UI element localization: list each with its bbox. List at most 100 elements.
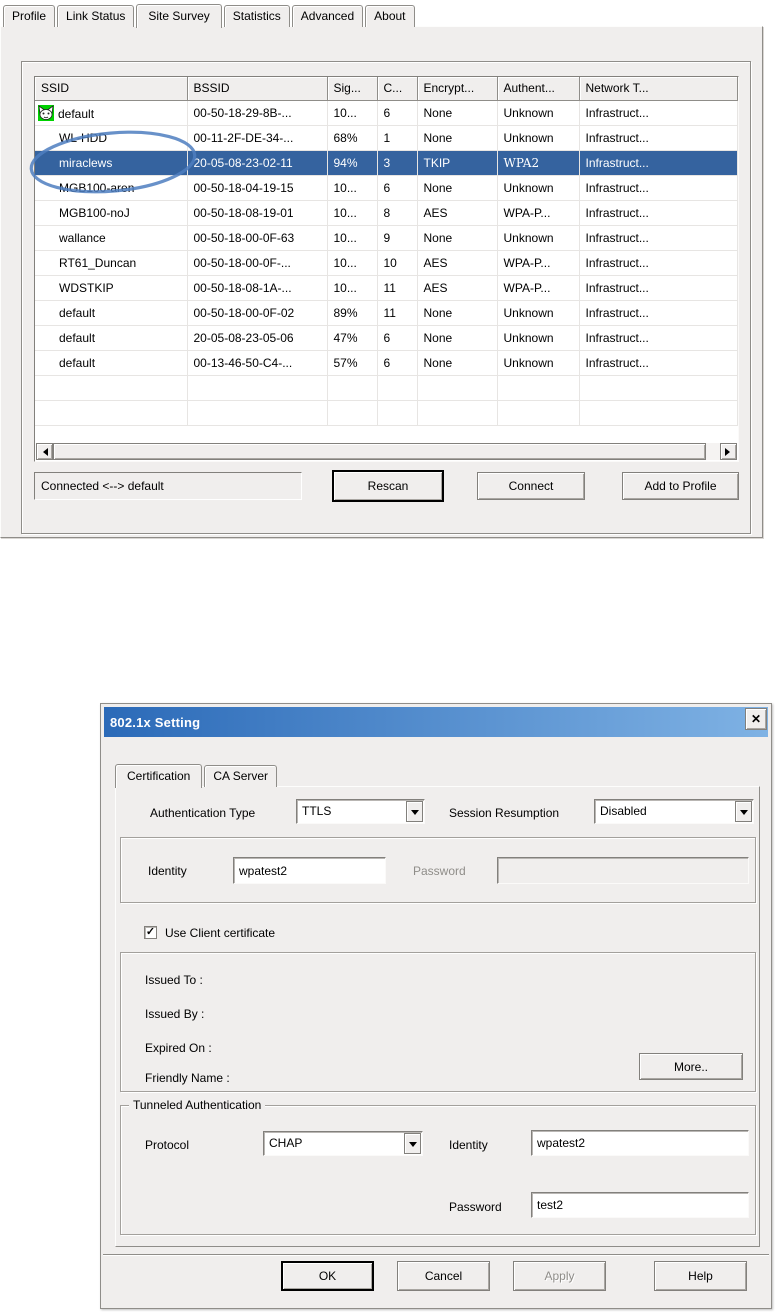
tab-advanced[interactable]: Advanced [291,5,364,27]
dialog-titlebar[interactable]: 802.1x Setting [104,707,768,737]
network-row[interactable]: miraclews 20-05-08-23-02-11 94% 3 TKIP WPA2 In… [35,150,738,176]
network-row[interactable]: MGB100-aren 00-50-18-04-19-15 10... 6 None Un… [35,175,738,201]
dialog-separator [103,1254,769,1256]
cell-authentication: Unknown [497,125,580,151]
checkmark-icon: ✓ [145,926,156,938]
cell-bssid: 00-50-18-08-19-01 [187,200,328,226]
network-row[interactable]: default 00-50-18-29-8B-... 10... 6 None Unkno… [35,100,738,126]
use-client-certificate-label: Use Client certificate [165,926,276,940]
auth-type-dropdown[interactable]: TTLS [296,799,425,824]
more-button[interactable]: More.. [639,1053,743,1080]
cell-channel: 8 [377,200,418,226]
column-header-bssid[interactable]: BSSID [187,77,328,101]
scroll-right-button[interactable] [720,443,737,460]
network-table-header-row: SSID BSSID Sig... C... Encrypt... Authent... N… [35,77,738,101]
horizontal-scrollbar[interactable] [36,443,737,460]
cancel-button[interactable]: Cancel [397,1261,490,1291]
column-header-ssid[interactable]: SSID [35,77,188,101]
cell-channel: 6 [377,350,418,376]
scroll-left-icon [39,447,48,456]
cell-encryption: AES [417,275,498,301]
tab-about[interactable]: About [365,5,415,27]
add-to-profile-button[interactable]: Add to Profile [622,472,739,500]
cell-encryption: None [417,125,498,151]
rescan-button[interactable]: Rescan [332,470,444,502]
cell-encryption: None [417,300,498,326]
identity-group: Identity Password [120,837,756,903]
cell-encryption: AES [417,200,498,226]
scroll-right-icon [725,447,734,456]
empty-row [35,400,738,426]
scroll-left-button[interactable] [36,443,53,460]
survey-footer: Connected <--> default Rescan Connect Add … [34,470,740,510]
scrollbar-thumb[interactable] [53,443,706,460]
column-header-authent-[interactable]: Authent... [497,77,580,101]
tab-statistics[interactable]: Statistics [223,5,290,27]
cell-bssid: 00-50-18-29-8B-... [187,100,328,126]
cell-channel: 9 [377,225,418,251]
cell-bssid: 20-05-08-23-05-06 [187,325,328,351]
cell-ssid: default [35,300,188,326]
cell-network_type: Infrastruct... [579,175,738,201]
dialog-tab-certification[interactable]: Certification [115,764,203,788]
cell-bssid: 00-50-18-08-1A-... [187,275,328,301]
connect-button[interactable]: Connect [477,472,585,500]
dialog-8021x-setting: 802.1x Setting ✕ Certification CA Server … [100,703,772,1309]
session-resumption-dropdown[interactable]: Disabled [594,799,754,824]
tunnel-identity-input[interactable] [531,1130,749,1156]
expired-on-label: Expired On : [145,1041,212,1055]
tunnel-password-label: Password [449,1200,502,1214]
survey-panel-frame: SSID BSSID Sig... C... Encrypt... Authent... N… [21,61,751,534]
close-button[interactable]: ✕ [745,708,767,730]
network-row[interactable]: wallance 00-50-18-00-0F-63 10... 9 None Unkno… [35,225,738,251]
ok-button[interactable]: OK [281,1261,374,1291]
use-client-certificate-checkbox[interactable]: ✓ [144,926,157,939]
cell-authentication: WPA-P... [497,275,580,301]
cell-ssid: miraclews [35,150,188,176]
cell-channel: 3 [377,150,418,176]
auth-type-dropdown-button[interactable] [406,801,423,822]
cell-ssid: RT61_Duncan [35,250,188,276]
network-row[interactable]: WDSTKIP 00-50-18-08-1A-... 10... 11 AES WPA-P… [35,275,738,301]
connection-status-text: Connected <--> default [41,479,164,493]
cell-network_type: Infrastruct... [579,350,738,376]
identity-input[interactable] [233,857,386,884]
cell-network_type: Infrastruct... [579,150,738,176]
cell-signal: 10... [327,175,378,201]
protocol-dropdown[interactable]: CHAP [263,1131,423,1156]
network-row[interactable]: WL-HDD 00-11-2F-DE-34-... 68% 1 None Unknown I… [35,125,738,151]
tunneled-authentication-title: Tunneled Authentication [129,1098,266,1112]
cell-signal: 89% [327,300,378,326]
tab-link-status[interactable]: Link Status [57,5,135,27]
cell-channel: 10 [377,250,418,276]
cell-encryption: None [417,175,498,201]
help-button[interactable]: Help [654,1261,747,1291]
dialog-tab-ca-server[interactable]: CA Server [204,765,278,787]
apply-button: Apply [513,1261,606,1291]
password-label: Password [413,864,466,878]
network-row[interactable]: default 00-50-18-00-0F-02 89% 11 None Unknown… [35,300,738,326]
cell-channel: 6 [377,175,418,201]
cell-authentication: Unknown [497,350,580,376]
tab-profile[interactable]: Profile [3,5,56,27]
column-header-network-t-[interactable]: Network T... [579,77,738,101]
tunnel-password-input[interactable] [531,1192,749,1218]
tab-site-survey[interactable]: Site Survey [136,4,222,28]
protocol-dropdown-button[interactable] [404,1133,421,1154]
auth-type-value: TTLS [302,804,332,818]
cell-bssid: 00-50-18-00-0F-... [187,250,328,276]
network-row[interactable]: MGB100-noJ 00-50-18-08-19-01 10... 8 AES WPA-… [35,200,738,226]
column-header-c-[interactable]: C... [377,77,418,101]
column-header-encrypt-[interactable]: Encrypt... [417,77,498,101]
cell-ssid: WDSTKIP [35,275,188,301]
network-row[interactable]: RT61_Duncan 00-50-18-00-0F-... 10... 10 AES W… [35,250,738,276]
network-row[interactable]: default 00-13-46-50-C4-... 57% 6 None Unknown… [35,350,738,376]
cell-authentication: Unknown [497,300,580,326]
tunneled-authentication-group: Tunneled Authentication Protocol CHAP Id… [120,1098,756,1235]
network-row[interactable]: default 20-05-08-23-05-06 47% 6 None Unknown I… [35,325,738,351]
issued-to-label: Issued To : [145,973,203,987]
main-tab-bar: Profile Link Status Site Survey Statistics A… [3,2,417,28]
session-resumption-dropdown-button[interactable] [735,801,752,822]
column-header-sig-[interactable]: Sig... [327,77,378,101]
cell-channel: 11 [377,300,418,326]
